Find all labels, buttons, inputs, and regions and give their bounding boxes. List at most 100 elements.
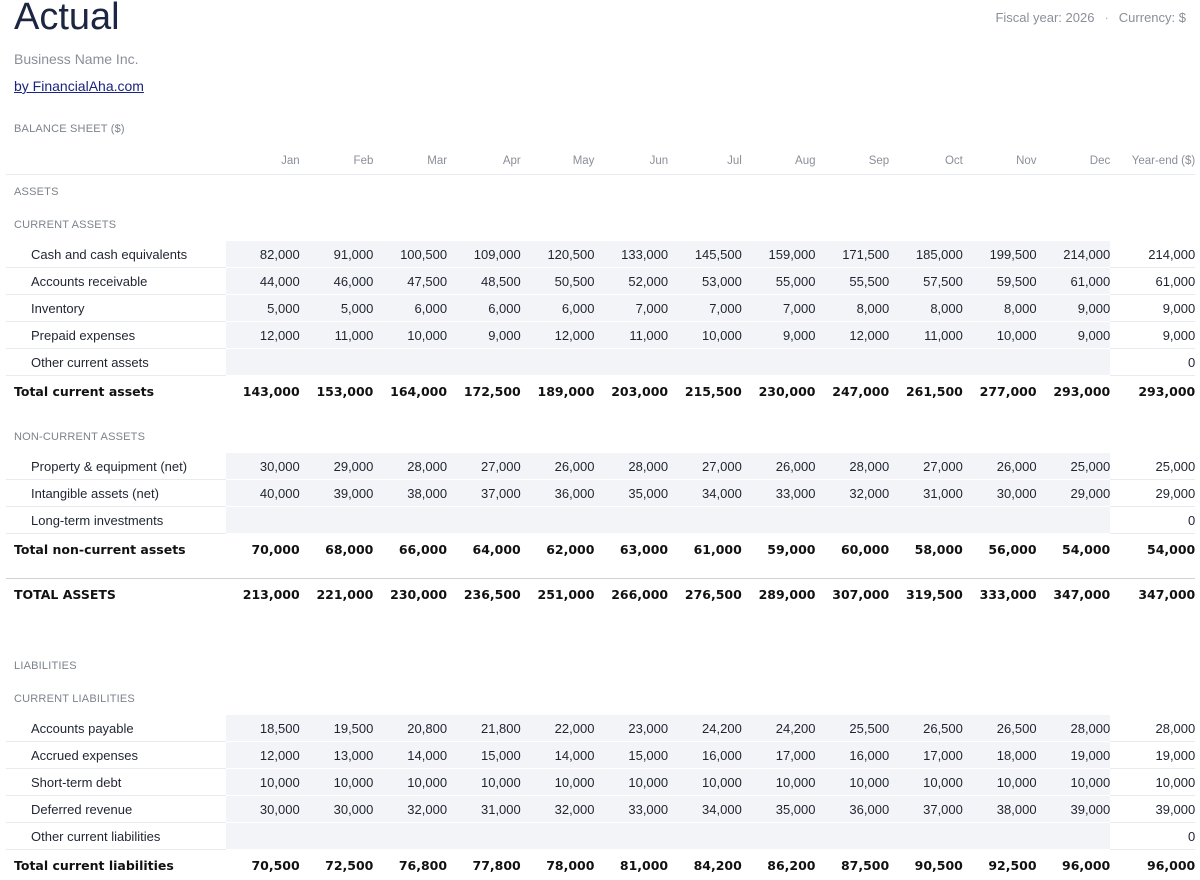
month-input-cell[interactable]: 14,000 <box>521 742 595 769</box>
month-input-cell[interactable]: 36,000 <box>816 796 890 823</box>
month-input-cell[interactable]: 6,000 <box>447 295 521 322</box>
month-input-cell[interactable]: 11,000 <box>594 322 668 349</box>
month-input-cell[interactable]: 25,500 <box>816 715 890 742</box>
month-input-cell[interactable]: 38,000 <box>963 796 1037 823</box>
month-input-cell[interactable]: 6,000 <box>373 295 447 322</box>
month-input-cell[interactable]: 10,000 <box>373 322 447 349</box>
month-input-cell[interactable]: 9,000 <box>447 322 521 349</box>
month-input-cell[interactable] <box>300 507 374 534</box>
month-input-cell[interactable]: 13,000 <box>300 742 374 769</box>
month-input-cell[interactable]: 19,500 <box>300 715 374 742</box>
month-input-cell[interactable]: 35,000 <box>742 796 816 823</box>
month-input-cell[interactable] <box>889 507 963 534</box>
month-input-cell[interactable] <box>963 507 1037 534</box>
month-input-cell[interactable]: 30,000 <box>226 453 300 480</box>
month-input-cell[interactable]: 33,000 <box>742 480 816 507</box>
month-input-cell[interactable]: 7,000 <box>668 295 742 322</box>
month-input-cell[interactable]: 26,000 <box>742 453 816 480</box>
month-input-cell[interactable]: 10,000 <box>668 322 742 349</box>
month-input-cell[interactable]: 35,000 <box>594 480 668 507</box>
month-input-cell[interactable]: 50,500 <box>521 268 595 295</box>
month-input-cell[interactable]: 17,000 <box>742 742 816 769</box>
month-input-cell[interactable] <box>447 349 521 376</box>
month-input-cell[interactable]: 47,500 <box>373 268 447 295</box>
month-input-cell[interactable]: 16,000 <box>668 742 742 769</box>
month-input-cell[interactable] <box>447 823 521 850</box>
month-input-cell[interactable] <box>300 349 374 376</box>
month-input-cell[interactable] <box>742 507 816 534</box>
month-input-cell[interactable]: 7,000 <box>594 295 668 322</box>
month-input-cell[interactable]: 9,000 <box>1037 322 1111 349</box>
month-input-cell[interactable]: 26,500 <box>889 715 963 742</box>
month-input-cell[interactable]: 14,000 <box>373 742 447 769</box>
byline-link[interactable]: by FinancialAha.com <box>14 78 144 94</box>
month-input-cell[interactable]: 5,000 <box>300 295 374 322</box>
month-input-cell[interactable]: 34,000 <box>668 796 742 823</box>
month-input-cell[interactable]: 57,500 <box>889 268 963 295</box>
month-input-cell[interactable]: 133,000 <box>594 241 668 268</box>
month-input-cell[interactable]: 22,000 <box>521 715 595 742</box>
month-input-cell[interactable]: 61,000 <box>1037 268 1111 295</box>
month-input-cell[interactable] <box>226 507 300 534</box>
month-input-cell[interactable] <box>889 349 963 376</box>
month-input-cell[interactable]: 40,000 <box>226 480 300 507</box>
month-input-cell[interactable] <box>521 349 595 376</box>
month-input-cell[interactable]: 31,000 <box>447 796 521 823</box>
month-input-cell[interactable] <box>816 823 890 850</box>
month-input-cell[interactable]: 12,000 <box>521 322 595 349</box>
month-input-cell[interactable]: 23,000 <box>594 715 668 742</box>
month-input-cell[interactable]: 29,000 <box>1037 480 1111 507</box>
month-input-cell[interactable]: 91,000 <box>300 241 374 268</box>
month-input-cell[interactable]: 24,200 <box>668 715 742 742</box>
month-input-cell[interactable]: 36,000 <box>521 480 595 507</box>
month-input-cell[interactable]: 8,000 <box>816 295 890 322</box>
month-input-cell[interactable] <box>742 349 816 376</box>
month-input-cell[interactable]: 10,000 <box>1037 769 1111 796</box>
month-input-cell[interactable]: 120,500 <box>521 241 595 268</box>
month-input-cell[interactable]: 10,000 <box>373 769 447 796</box>
month-input-cell[interactable]: 32,000 <box>373 796 447 823</box>
month-input-cell[interactable] <box>300 823 374 850</box>
month-input-cell[interactable]: 32,000 <box>816 480 890 507</box>
month-input-cell[interactable]: 171,500 <box>816 241 890 268</box>
month-input-cell[interactable]: 159,000 <box>742 241 816 268</box>
month-input-cell[interactable]: 19,000 <box>1037 742 1111 769</box>
month-input-cell[interactable]: 17,000 <box>889 742 963 769</box>
month-input-cell[interactable]: 10,000 <box>594 769 668 796</box>
month-input-cell[interactable]: 9,000 <box>1037 295 1111 322</box>
month-input-cell[interactable] <box>226 349 300 376</box>
month-input-cell[interactable] <box>1037 349 1111 376</box>
month-input-cell[interactable] <box>742 823 816 850</box>
month-input-cell[interactable]: 55,000 <box>742 268 816 295</box>
month-input-cell[interactable]: 38,000 <box>373 480 447 507</box>
month-input-cell[interactable]: 10,000 <box>889 769 963 796</box>
month-input-cell[interactable] <box>816 507 890 534</box>
month-input-cell[interactable]: 185,000 <box>889 241 963 268</box>
month-input-cell[interactable]: 55,500 <box>816 268 890 295</box>
month-input-cell[interactable]: 53,000 <box>668 268 742 295</box>
month-input-cell[interactable] <box>226 823 300 850</box>
month-input-cell[interactable]: 28,000 <box>1037 715 1111 742</box>
month-input-cell[interactable]: 82,000 <box>226 241 300 268</box>
month-input-cell[interactable]: 18,500 <box>226 715 300 742</box>
month-input-cell[interactable] <box>1037 507 1111 534</box>
month-input-cell[interactable]: 12,000 <box>226 322 300 349</box>
month-input-cell[interactable]: 39,000 <box>300 480 374 507</box>
month-input-cell[interactable]: 29,000 <box>300 453 374 480</box>
month-input-cell[interactable]: 11,000 <box>300 322 374 349</box>
month-input-cell[interactable]: 10,000 <box>816 769 890 796</box>
month-input-cell[interactable]: 37,000 <box>889 796 963 823</box>
month-input-cell[interactable]: 10,000 <box>521 769 595 796</box>
month-input-cell[interactable] <box>963 349 1037 376</box>
month-input-cell[interactable]: 26,500 <box>963 715 1037 742</box>
month-input-cell[interactable] <box>373 823 447 850</box>
month-input-cell[interactable]: 33,000 <box>594 796 668 823</box>
month-input-cell[interactable]: 28,000 <box>373 453 447 480</box>
month-input-cell[interactable]: 10,000 <box>447 769 521 796</box>
month-input-cell[interactable]: 34,000 <box>668 480 742 507</box>
month-input-cell[interactable]: 21,800 <box>447 715 521 742</box>
month-input-cell[interactable]: 10,000 <box>963 322 1037 349</box>
month-input-cell[interactable]: 24,200 <box>742 715 816 742</box>
month-input-cell[interactable]: 16,000 <box>816 742 890 769</box>
month-input-cell[interactable]: 12,000 <box>226 742 300 769</box>
